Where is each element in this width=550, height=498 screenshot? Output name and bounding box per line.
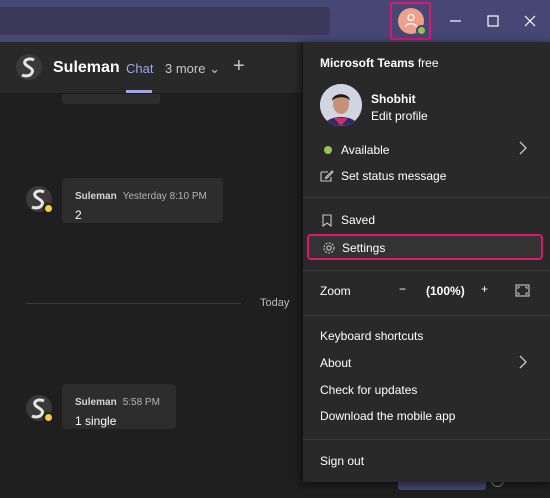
- contact-name: Suleman: [53, 59, 120, 76]
- tab-more[interactable]: 3 more ⌄: [165, 61, 220, 77]
- settings-label: Settings: [342, 241, 386, 255]
- sign-out-item[interactable]: Sign out: [320, 454, 364, 468]
- bookmark-icon: [321, 214, 333, 228]
- add-tab-button[interactable]: +: [233, 55, 245, 78]
- settings-item[interactable]: Settings: [307, 234, 543, 260]
- search-input[interactable]: [0, 7, 330, 35]
- available-status-badge: [416, 25, 427, 36]
- message-text: 2: [75, 208, 82, 222]
- saved-item[interactable]: Saved: [341, 213, 375, 227]
- message-bubble[interactable]: Suleman Yesterday 8:10 PM 2: [62, 178, 223, 223]
- profile-menu: Microsoft Teams free Shobhit Edit profil…: [303, 42, 550, 482]
- away-clock-icon: [43, 203, 54, 214]
- tab-chat[interactable]: Chat: [126, 61, 153, 76]
- message-avatar[interactable]: [26, 395, 54, 423]
- check-for-updates-item[interactable]: Check for updates: [320, 383, 417, 397]
- compose-area-edge: [398, 482, 486, 490]
- previous-message-bubble: [62, 94, 160, 104]
- away-clock-icon: [43, 412, 54, 423]
- product-title: Microsoft Teams free: [320, 56, 439, 70]
- message-time: Yesterday 8:10 PM: [122, 191, 207, 202]
- minimize-icon[interactable]: [445, 10, 467, 32]
- maximize-icon[interactable]: [482, 10, 504, 32]
- profile-button[interactable]: [390, 2, 431, 40]
- message-bubble[interactable]: Suleman 5:58 PM 1 single: [62, 384, 176, 429]
- message-sender: Suleman: [75, 397, 117, 408]
- download-mobile-app-item[interactable]: Download the mobile app: [320, 409, 455, 423]
- status-selector[interactable]: Available: [341, 143, 389, 157]
- edit-profile-link[interactable]: Edit profile: [371, 109, 428, 123]
- menu-divider: [303, 439, 550, 440]
- contact-avatar[interactable]: [16, 54, 42, 80]
- zoom-value: (100%): [426, 284, 465, 298]
- menu-divider: [303, 315, 550, 316]
- set-status-message-item[interactable]: Set status message: [341, 169, 446, 183]
- product-tier: free: [417, 56, 439, 70]
- chevron-right-icon[interactable]: [518, 354, 528, 373]
- zoom-out-button[interactable]: −: [399, 282, 406, 296]
- message-text: 1 single: [75, 414, 117, 428]
- teams-window: Suleman Chat 3 more ⌄ + Suleman Yesterday…: [0, 0, 550, 498]
- close-icon[interactable]: [519, 10, 541, 32]
- message-time: 5:58 PM: [122, 397, 160, 408]
- message-sender: Suleman: [75, 191, 117, 202]
- available-status-icon: [324, 146, 332, 154]
- profile-name: Shobhit: [371, 92, 416, 106]
- chevron-down-icon: ⌄: [209, 61, 220, 76]
- chevron-right-icon[interactable]: [518, 140, 528, 159]
- date-divider-label: Today: [260, 297, 290, 309]
- date-divider-line: [26, 303, 241, 304]
- menu-divider: [303, 270, 550, 271]
- menu-divider: [303, 197, 550, 198]
- keyboard-shortcuts-item[interactable]: Keyboard shortcuts: [320, 329, 423, 343]
- zoom-in-button[interactable]: +: [481, 282, 488, 296]
- title-bar: [0, 0, 550, 42]
- product-name: Microsoft Teams: [320, 56, 415, 70]
- profile-photo[interactable]: [320, 84, 362, 126]
- chat-header: Suleman Chat 3 more ⌄ +: [0, 42, 302, 94]
- message-avatar[interactable]: [26, 186, 54, 214]
- fullscreen-icon[interactable]: [515, 284, 530, 297]
- tab-more-label: 3 more: [165, 61, 206, 76]
- gear-icon: [322, 241, 336, 255]
- zoom-label: Zoom: [320, 284, 351, 298]
- edit-status-icon: [320, 169, 334, 183]
- about-item[interactable]: About: [320, 356, 351, 370]
- active-tab-indicator: [126, 90, 152, 93]
